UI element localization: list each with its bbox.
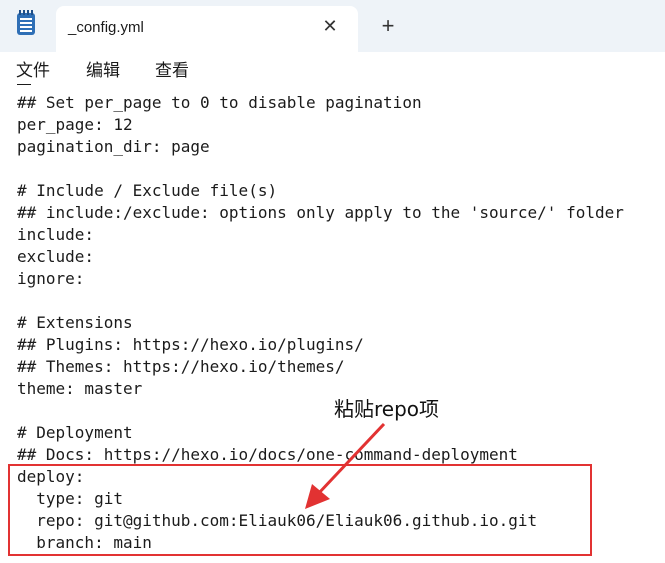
close-icon[interactable]: ✕ [319,15,341,37]
tab-config-yml[interactable]: _config.yml ✕ [56,6,358,52]
menu-view[interactable]: 查看 [155,56,189,81]
plus-icon[interactable]: + [376,15,400,39]
title-bar: _config.yml ✕ + [0,0,665,52]
notepad-icon [17,10,35,35]
menu-bar: 文件 编辑 查看 [0,52,665,84]
menu-edit[interactable]: 编辑 [86,56,120,81]
menu-file[interactable]: 文件 [16,56,50,81]
text-editor[interactable]: ## Set per_page to 0 to disable paginati… [0,84,665,563]
annotation-label: 粘贴repo项 [334,397,440,421]
annotation-arrow [305,422,386,509]
tab-title: _config.yml [68,19,144,36]
